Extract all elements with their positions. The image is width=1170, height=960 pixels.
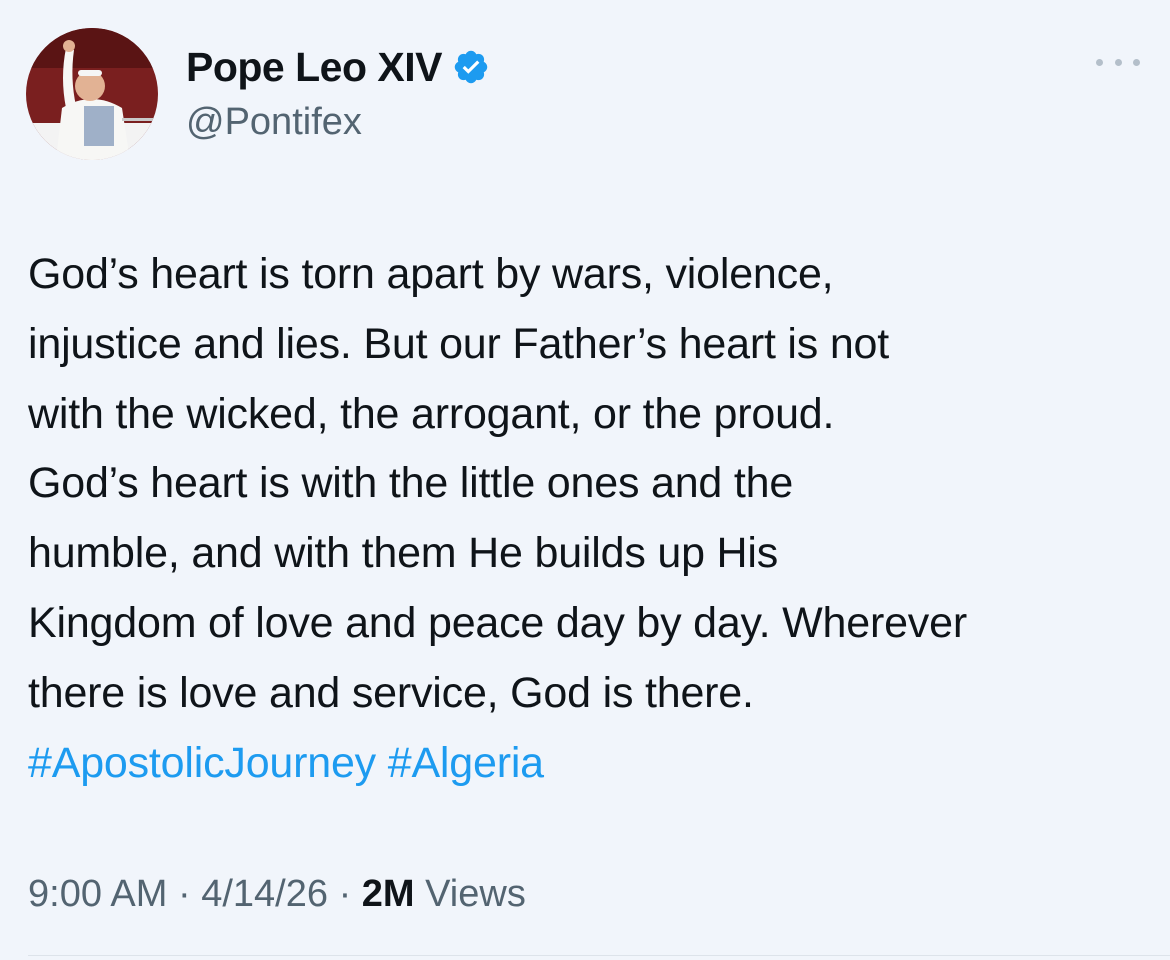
avatar[interactable] [26, 28, 158, 160]
tweet-line: God’s heart is with the little ones and … [28, 459, 794, 508]
author-name-row[interactable]: Pope Leo XIV [186, 42, 490, 92]
tweet-time[interactable]: 9:00 AM [28, 873, 167, 915]
tweet-line: Kingdom of love and peace day by day. Wh… [28, 598, 967, 647]
meta-separator: · [338, 873, 352, 915]
author-display-name[interactable]: Pope Leo XIV [186, 42, 443, 92]
tweet-line: with the wicked, the arrogant, or the pr… [28, 389, 835, 438]
verified-badge-icon [452, 48, 490, 86]
tweet-date[interactable]: 4/14/26 [201, 873, 328, 915]
tweet-line: injustice and lies. But our Father’s hea… [28, 319, 890, 368]
hashtag-apostolic-journey[interactable]: #ApostolicJourney [28, 739, 376, 787]
tweet-text: God’s heart is torn apart by wars, viole… [28, 240, 1158, 798]
hashtag-line: #ApostolicJourney #Algeria [28, 729, 1158, 799]
tweet-line: humble, and with them He builds up His [28, 529, 779, 578]
views-label[interactable]: Views [425, 873, 526, 915]
hashtag-algeria[interactable]: #Algeria [388, 739, 544, 787]
views-count[interactable]: 2M [362, 873, 415, 915]
tweet-line: God’s heart is torn apart by wars, viole… [28, 250, 834, 298]
divider [28, 955, 1170, 956]
tweet-meta: 9:00 AM · 4/14/26 · 2M Views [28, 866, 526, 922]
tweet-line: there is love and service, God is there. [28, 668, 754, 717]
author-handle[interactable]: @Pontifex [186, 98, 362, 146]
meta-separator: · [177, 873, 191, 915]
more-options-icon[interactable] [1096, 50, 1140, 74]
profile-photo [26, 28, 158, 160]
